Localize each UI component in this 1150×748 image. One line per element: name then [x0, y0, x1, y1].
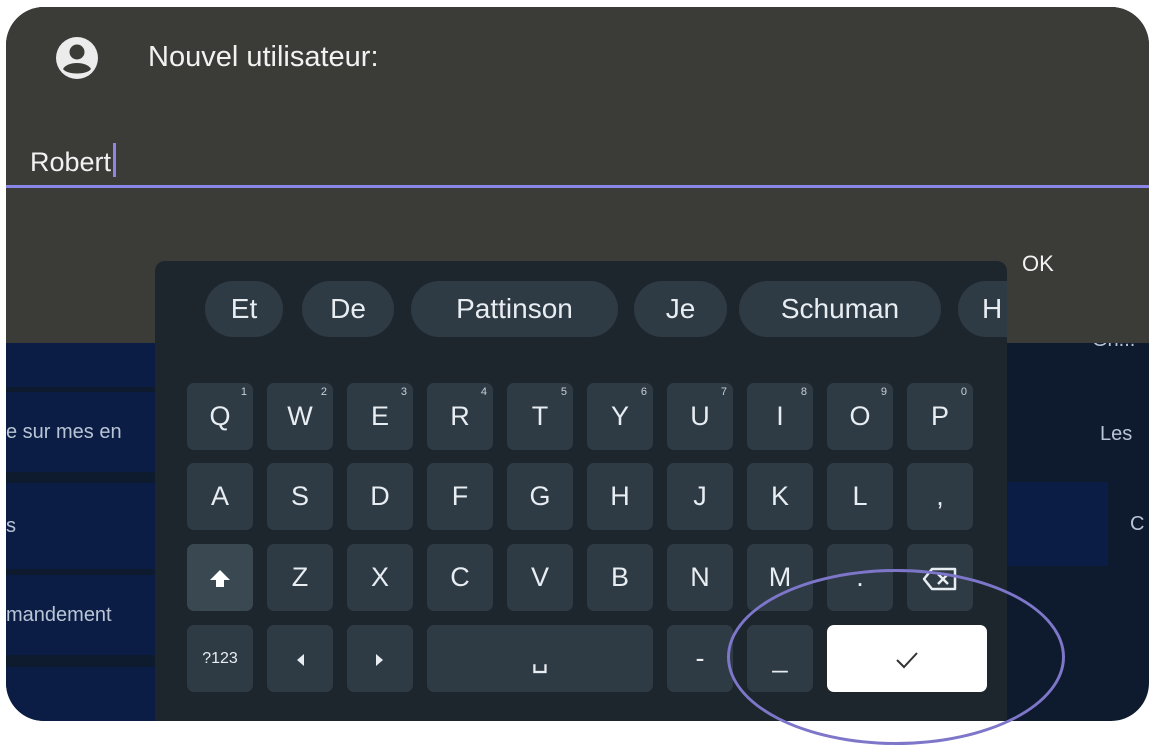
key-t[interactable]: T5: [507, 383, 573, 450]
suggestion-chip[interactable]: Et: [205, 281, 283, 337]
list-item-label: s: [6, 515, 16, 537]
key-u[interactable]: U7: [667, 383, 733, 450]
right-list-item: C: [1130, 513, 1145, 535]
key-c[interactable]: C: [427, 544, 493, 611]
name-input[interactable]: Robert: [30, 143, 117, 178]
symbols-key[interactable]: ?123: [187, 625, 253, 692]
list-item[interactable]: .: [6, 667, 156, 721]
key-o[interactable]: O9: [827, 383, 893, 450]
key-f[interactable]: F: [427, 463, 493, 530]
suggestion-chip[interactable]: H: [958, 281, 1007, 337]
text-caret: [113, 143, 117, 177]
key-h[interactable]: H: [587, 463, 653, 530]
list-item-label: .: [6, 686, 12, 708]
key-hint: 4: [480, 386, 487, 398]
key-comma[interactable]: ,: [907, 463, 973, 530]
key-j[interactable]: J: [667, 463, 733, 530]
name-input-value: Robert: [30, 147, 112, 177]
list-item[interactable]: mandement: [6, 575, 156, 655]
key-label: P: [930, 401, 949, 431]
key-r[interactable]: R4: [427, 383, 493, 450]
key-v[interactable]: V: [507, 544, 573, 611]
suggestion-chip[interactable]: Pattinson: [411, 281, 618, 337]
key-s[interactable]: S: [267, 463, 333, 530]
key-g[interactable]: G: [507, 463, 573, 530]
key-hint: 3: [400, 386, 407, 398]
list-item-label: e sur mes en: [6, 421, 122, 443]
key-n[interactable]: N: [667, 544, 733, 611]
suggestion-chip[interactable]: Schuman: [739, 281, 941, 337]
space-key[interactable]: ␣: [427, 625, 653, 692]
key-hint: 5: [560, 386, 567, 398]
key-label: U: [690, 401, 710, 431]
key-b[interactable]: B: [587, 544, 653, 611]
key-label: O: [849, 401, 871, 431]
key-label: R: [450, 401, 470, 431]
key-hint: 8: [800, 386, 807, 398]
cursor-right-key[interactable]: [347, 625, 413, 692]
list-item[interactable]: [1006, 482, 1108, 566]
input-underline: [6, 185, 1149, 188]
dialog-title: Nouvel utilisateur:: [148, 41, 379, 73]
list-item-label: mandement: [6, 604, 112, 626]
key-hint: 6: [640, 386, 647, 398]
shift-key[interactable]: [187, 544, 253, 611]
left-arrow-icon: [294, 652, 306, 668]
key-dash[interactable]: -: [667, 625, 733, 692]
list-item[interactable]: s: [6, 483, 156, 569]
key-hint: 2: [320, 386, 327, 398]
key-p[interactable]: P0: [907, 383, 973, 450]
key-hint: 0: [960, 386, 967, 398]
highlight-circle: [727, 569, 1065, 745]
key-label: Q: [209, 401, 231, 431]
cursor-left-key[interactable]: [267, 625, 333, 692]
suggestion-chip[interactable]: Je: [634, 281, 727, 337]
key-d[interactable]: D: [347, 463, 413, 530]
key-x[interactable]: X: [347, 544, 413, 611]
key-hint: 9: [880, 386, 887, 398]
key-label: E: [370, 401, 389, 431]
list-item[interactable]: e sur mes en: [6, 392, 156, 472]
key-i[interactable]: I8: [747, 383, 813, 450]
right-list-item: Les: [1100, 423, 1133, 445]
key-hint: 1: [240, 386, 247, 398]
account-circle-icon: [54, 35, 100, 81]
key-k[interactable]: K: [747, 463, 813, 530]
key-hint: 7: [720, 386, 727, 398]
shift-icon: [209, 568, 231, 590]
right-arrow-icon: [374, 652, 386, 668]
key-label: W: [287, 401, 313, 431]
key-a[interactable]: A: [187, 463, 253, 530]
suggestion-chip[interactable]: De: [302, 281, 394, 337]
ok-button[interactable]: OK: [1022, 251, 1054, 277]
key-label: I: [776, 401, 784, 431]
key-y[interactable]: Y6: [587, 383, 653, 450]
key-q[interactable]: Q1: [187, 383, 253, 450]
key-z[interactable]: Z: [267, 544, 333, 611]
key-e[interactable]: E3: [347, 383, 413, 450]
key-label: T: [531, 401, 549, 431]
key-label: Y: [610, 401, 629, 431]
key-w[interactable]: W2: [267, 383, 333, 450]
key-l[interactable]: L: [827, 463, 893, 530]
